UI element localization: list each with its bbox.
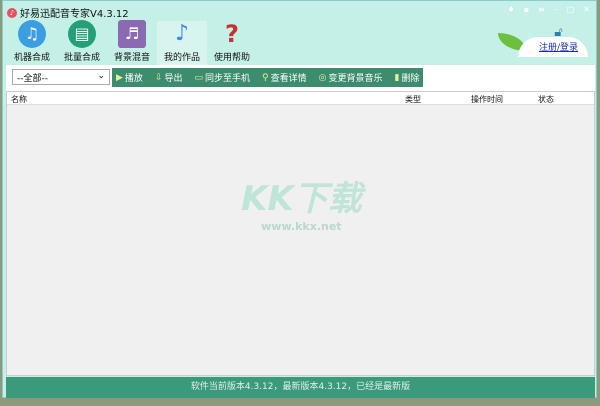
tool-label: 背景混音 xyxy=(113,53,150,63)
tool-help[interactable]: ? 使用帮助 xyxy=(207,20,257,65)
tool-machine-synthesis[interactable]: ♫ 机器合成 xyxy=(7,20,57,65)
works-icon: ♪ xyxy=(174,21,190,46)
filter-select[interactable]: --全部-- ⌄ xyxy=(12,69,110,85)
message-icon[interactable]: ▪ xyxy=(524,5,529,14)
skin-icon[interactable]: ♦ xyxy=(507,5,514,14)
column-time[interactable]: 操作时间 xyxy=(471,94,503,105)
action-buttons: ▶ 播放 ⇩ 导出 ▭ 同步至手机 ⚲ 查看详情 ◎ 变更背景音乐 ▮ 删除 xyxy=(112,68,424,87)
help-icon: ? xyxy=(225,20,239,48)
login-area[interactable]: 🔓︎ 注册/登录 xyxy=(539,25,578,53)
tool-background-mix[interactable]: ♬ 背景混音 xyxy=(107,20,157,65)
maximize-icon[interactable]: □ xyxy=(567,5,575,14)
batch-file-icon: ▤ xyxy=(68,20,96,48)
action-bar: --全部-- ⌄ ▶ 播放 ⇩ 导出 ▭ 同步至手机 ⚲ 查看详情 ◎ 变更背景音乐 ▮ 删除 xyxy=(6,65,595,91)
export-button[interactable]: ⇩ 导出 xyxy=(154,71,183,85)
tool-label: 我的作品 xyxy=(163,53,200,63)
main-toolbar: ♫ 机器合成 ▤ 批量合成 ♬ 背景混音 ♪ 我的作品 ? 使用帮助 xyxy=(7,20,257,65)
bgm-icon: ◎ xyxy=(318,72,327,83)
play-button[interactable]: ▶ 播放 xyxy=(116,71,143,85)
title-bar: ♪ 好易迅配音专家V4.3.12 xyxy=(7,5,129,20)
column-type[interactable]: 类型 xyxy=(405,94,421,105)
action-label: 删除 xyxy=(401,74,420,84)
music-note-icon: ♫ xyxy=(18,20,46,48)
tool-my-works[interactable]: ♪ 我的作品 xyxy=(157,21,207,65)
app-title: 好易迅配音专家V4.3.12 xyxy=(20,9,129,20)
magnifier-icon: ⚲ xyxy=(262,72,269,83)
tool-label: 使用帮助 xyxy=(213,53,250,63)
works-table: 名称 类型 操作时间 状态 xyxy=(6,91,595,376)
login-link[interactable]: 注册/登录 xyxy=(539,43,578,53)
filter-value: --全部-- xyxy=(17,74,48,84)
lock-icon: 🔓︎ xyxy=(554,25,563,40)
delete-button[interactable]: ▮ 删除 xyxy=(394,71,420,85)
action-label: 变更背景音乐 xyxy=(328,74,383,84)
sync-to-phone-button[interactable]: ▭ 同步至手机 xyxy=(194,71,251,85)
table-header: 名称 类型 操作时间 状态 xyxy=(7,92,594,105)
change-bgm-button[interactable]: ◎ 变更背景音乐 xyxy=(318,71,383,85)
minimize-icon[interactable]: – xyxy=(554,5,558,14)
watermark-url: www.kkx.net xyxy=(261,220,342,233)
export-icon: ⇩ xyxy=(154,72,163,83)
play-icon: ▶ xyxy=(116,72,123,83)
tool-label: 批量合成 xyxy=(63,53,100,63)
chevron-down-icon: ⌄ xyxy=(97,71,105,81)
tool-label: 机器合成 xyxy=(13,53,50,63)
action-label: 同步至手机 xyxy=(205,74,251,84)
status-bar: 软件当前版本4.3.12，最新版本4.3.12，已经是最新版 xyxy=(6,377,595,398)
column-name[interactable]: 名称 xyxy=(11,94,27,105)
close-icon[interactable]: ✕ xyxy=(583,5,590,14)
tool-batch-synthesis[interactable]: ▤ 批量合成 xyxy=(57,20,107,65)
action-label: 查看详情 xyxy=(270,74,307,84)
menu-icon[interactable]: ≡ xyxy=(538,5,545,14)
window-controls: ♦ ▪ ≡ – □ ✕ xyxy=(507,5,590,14)
sync-icon: ▭ xyxy=(194,72,204,83)
column-status[interactable]: 状态 xyxy=(538,94,554,105)
watermark: KK下载 www.kkx.net xyxy=(241,171,362,233)
action-label: 导出 xyxy=(164,74,183,84)
app-window: ♪ 好易迅配音专家V4.3.12 ♦ ▪ ≡ – □ ✕ ♫ 机器合成 ▤ 批量合成… xyxy=(2,0,597,398)
watermark-text: KK下载 xyxy=(241,179,362,219)
view-details-button[interactable]: ⚲ 查看详情 xyxy=(262,71,307,85)
mix-icon: ♬ xyxy=(118,20,146,48)
trash-icon: ▮ xyxy=(394,72,400,83)
action-label: 播放 xyxy=(124,74,143,84)
app-icon: ♪ xyxy=(7,7,17,18)
